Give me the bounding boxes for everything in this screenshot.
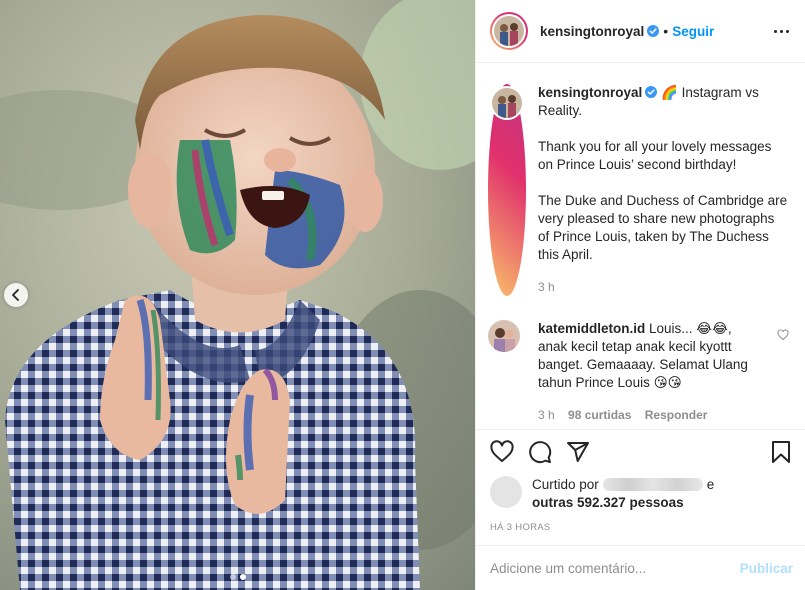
caption-time[interactable]: 3 h xyxy=(538,280,555,294)
avatar-image xyxy=(488,320,520,352)
chevron-left-icon xyxy=(12,289,19,301)
post-photo[interactable] xyxy=(0,0,475,590)
carousel-indicators xyxy=(0,574,475,580)
more-options-icon[interactable] xyxy=(774,29,789,33)
header-username[interactable]: kensingtonroyal xyxy=(540,24,644,39)
comment-like-heart-icon[interactable] xyxy=(771,320,789,424)
caption-line-3: The Duke and Duchess of Cambridge are ve… xyxy=(538,193,788,262)
share-icon[interactable] xyxy=(566,440,590,469)
comments-section: kensingtonroyal 🌈 Instagram vs Reality. … xyxy=(476,64,805,429)
likes-count[interactable]: outras 592.327 pessoas xyxy=(532,495,684,510)
carousel-dot-active xyxy=(239,574,246,580)
bookmark-icon[interactable] xyxy=(769,440,793,469)
comment-username[interactable]: katemiddleton.id xyxy=(538,321,645,336)
avatar-image xyxy=(494,16,524,46)
post-actions: Curtido por e outras 592.327 pessoas HÁ 3… xyxy=(476,429,805,533)
caption-username[interactable]: kensingtonroyal xyxy=(538,85,642,100)
header-avatar[interactable] xyxy=(490,12,528,50)
heart-icon[interactable] xyxy=(490,439,514,469)
comment-avatar[interactable] xyxy=(488,320,520,352)
verified-badge-icon xyxy=(647,25,660,37)
comment-time[interactable]: 3 h xyxy=(538,408,555,422)
caption: kensingtonroyal 🌈 Instagram vs Reality. … xyxy=(488,84,789,296)
comment-item: katemiddleton.id Louis... 😂😂, anak kecil… xyxy=(488,320,789,424)
add-comment-bar: Publicar xyxy=(476,545,805,590)
post-side-panel: kensingtonroyal • Seguir kensingtonroyal… xyxy=(475,0,805,590)
header-separator: • xyxy=(663,23,669,39)
photo-image xyxy=(0,0,475,590)
comment-likes[interactable]: 98 curtidas xyxy=(568,408,631,422)
carousel-dot xyxy=(229,574,236,580)
caption-avatar[interactable] xyxy=(488,84,526,296)
liked-by: Curtido por e outras 592.327 pessoas xyxy=(490,476,793,512)
post-timestamp[interactable]: HÁ 3 HORAS xyxy=(490,522,793,533)
carousel-prev-button[interactable] xyxy=(4,283,28,307)
liked-by-suffix: e xyxy=(706,477,715,492)
comment-input[interactable] xyxy=(490,560,740,576)
verified-badge-icon xyxy=(645,86,658,98)
liked-by-avatar[interactable] xyxy=(490,476,522,508)
avatar-image xyxy=(492,88,522,118)
publish-button[interactable]: Publicar xyxy=(740,561,793,576)
liked-by-username-blurred[interactable] xyxy=(602,478,703,491)
comment-icon[interactable] xyxy=(528,440,552,469)
reply-button[interactable]: Responder xyxy=(645,408,708,422)
liked-by-prefix: Curtido por xyxy=(532,477,599,492)
post-header: kensingtonroyal • Seguir xyxy=(476,0,805,63)
caption-emoji: 🌈 xyxy=(661,85,678,100)
follow-button[interactable]: Seguir xyxy=(672,24,714,39)
caption-line-2: Thank you for all your lovely messages o… xyxy=(538,139,772,172)
